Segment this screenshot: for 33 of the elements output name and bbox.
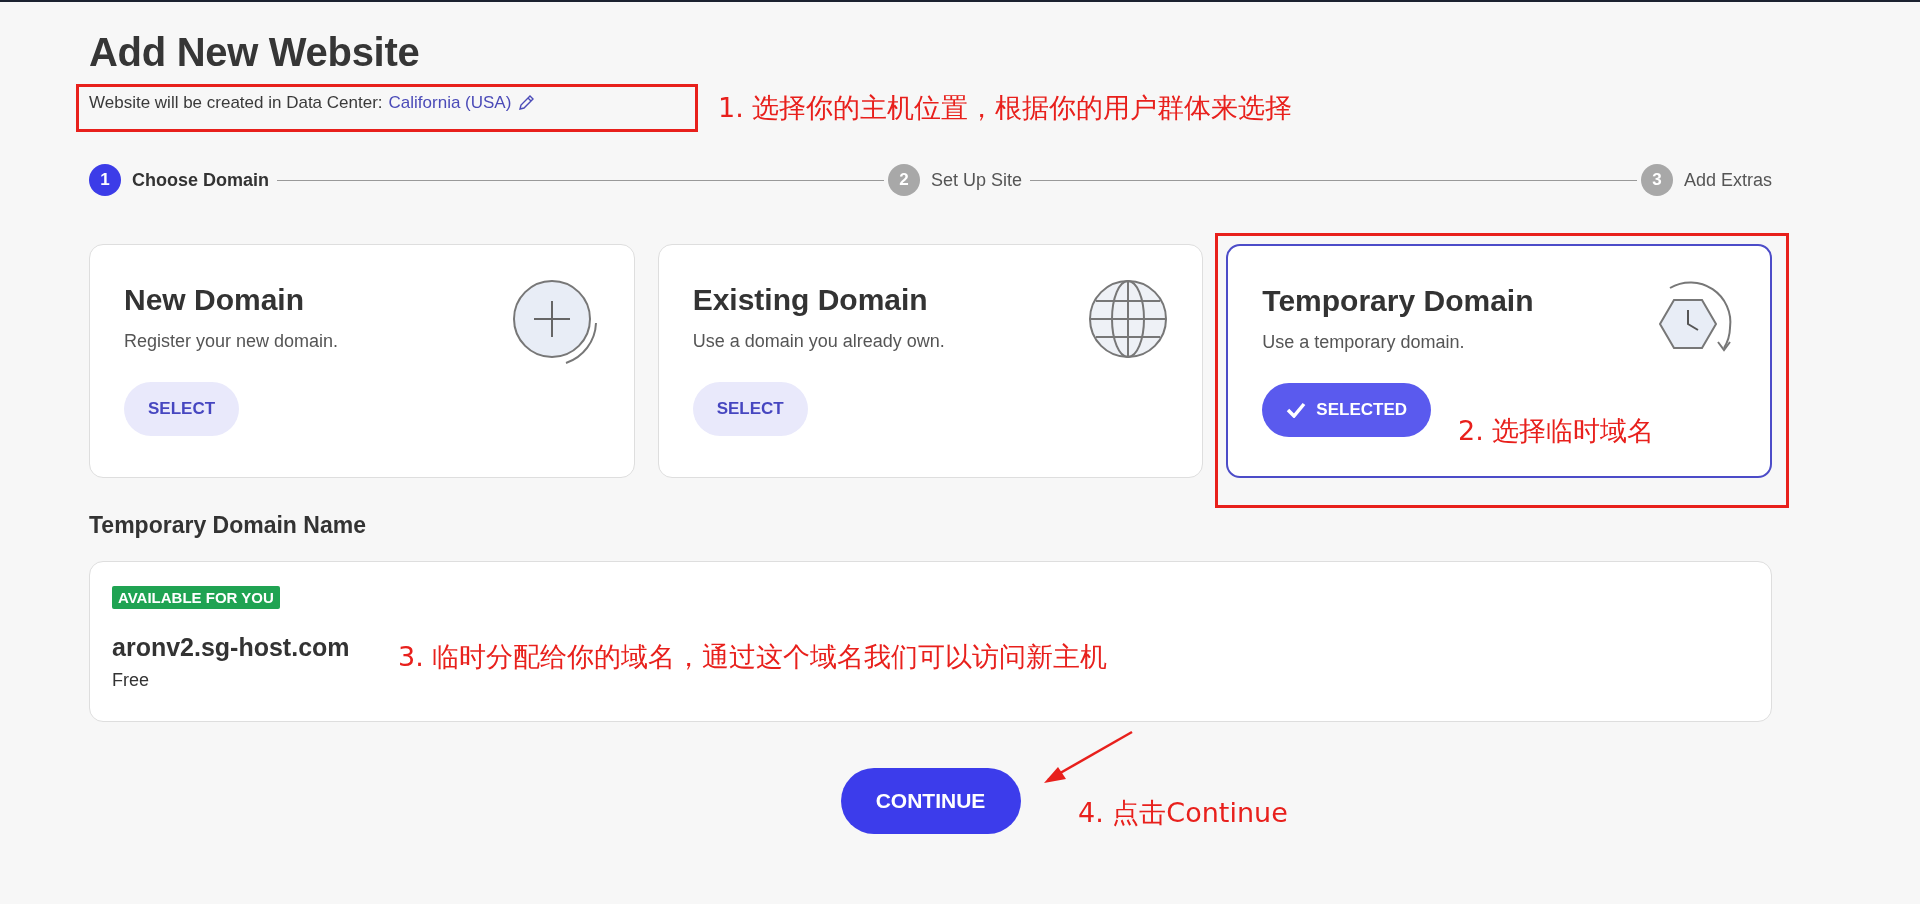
availability-badge: AVAILABLE FOR YOU	[112, 586, 280, 609]
check-icon	[1286, 402, 1307, 418]
annotation-text: 4. 点击Continue	[1078, 796, 1288, 830]
option-description: Register your new domain.	[124, 331, 340, 352]
step-label: Choose Domain	[132, 169, 269, 191]
option-title: Temporary Domain	[1262, 284, 1535, 318]
option-description: Use a domain you already own.	[692, 331, 946, 352]
annotation-text: 3. 临时分配给你的域名，通过这个域名我们可以访问新主机	[398, 640, 1108, 674]
page-title: Add New Website	[89, 30, 421, 75]
domain-name: aronv2.sg-host.com	[112, 633, 350, 662]
section-heading: Temporary Domain Name	[89, 512, 367, 539]
globe-icon	[1088, 279, 1169, 359]
continue-button[interactable]: CONTINUE	[840, 768, 1021, 834]
step-label: Add Extras	[1683, 169, 1772, 191]
annotation-text: 1. 选择你的主机位置，根据你的用户群体来选择	[718, 91, 1293, 125]
pencil-icon[interactable]	[517, 94, 536, 112]
option-description: Use a temporary domain.	[1262, 332, 1466, 353]
step-number: 3	[1640, 164, 1673, 196]
select-button[interactable]: SELECTED	[1262, 383, 1431, 437]
step-number: 1	[89, 164, 121, 196]
step-label: Set Up Site	[930, 169, 1022, 191]
select-button[interactable]: SELECT	[124, 382, 240, 436]
select-button[interactable]: SELECT	[692, 382, 808, 436]
option-title: New Domain	[124, 283, 306, 317]
annotation-text: 2. 选择临时域名	[1458, 414, 1655, 448]
data-center-link[interactable]: California (USA)	[388, 93, 512, 113]
data-center-label: Website will be created in Data Center:	[89, 93, 383, 113]
step-number: 2	[887, 164, 920, 196]
plus-circle-icon	[511, 279, 600, 367]
option-title: Existing Domain	[692, 283, 929, 317]
domain-option-card[interactable]: New Domain Register your new domain. SELECT	[89, 244, 635, 478]
domain-option-card[interactable]: Existing Domain Use a domain you already own. SELECT	[657, 244, 1204, 478]
domain-price: Free	[112, 670, 149, 691]
